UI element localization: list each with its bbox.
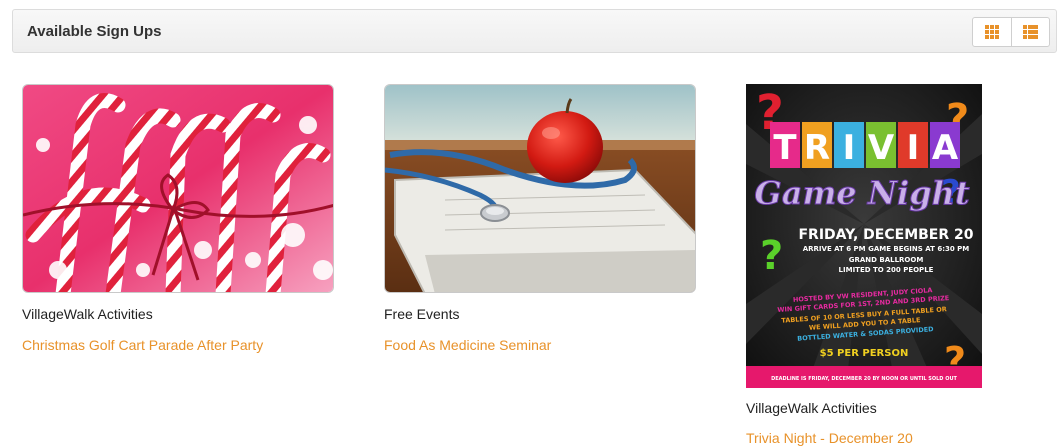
card-category: VillageWalk Activities: [746, 400, 877, 416]
list-view-button[interactable]: [1010, 18, 1050, 46]
view-toggle: [972, 17, 1050, 47]
poster-line: ARRIVE AT 6 PM GAME BEGINS AT 6:30 PM: [803, 245, 970, 253]
card-category: VillageWalk Activities: [22, 306, 153, 322]
poster-letter: I: [843, 128, 856, 168]
poster-letter: A: [932, 128, 959, 168]
poster-price: $5 PER PERSON: [820, 348, 909, 359]
card-category: Free Events: [384, 306, 460, 322]
page-title: Available Sign Ups: [27, 23, 162, 40]
grid-view-button[interactable]: [973, 18, 1011, 46]
sign-ups-header: Available Sign Ups: [12, 9, 1057, 53]
card-image[interactable]: [22, 84, 334, 293]
card-image[interactable]: ? ? ? ? ? T R I V I A Game Night FRIDAY,…: [746, 84, 982, 388]
card-image[interactable]: [384, 84, 696, 293]
poster-date: FRIDAY, DECEMBER 20: [798, 227, 973, 243]
card-title-link[interactable]: Trivia Night - December 20: [746, 430, 913, 446]
poster-subtitle: Game Night: [754, 174, 969, 212]
candy-canes-image: [23, 85, 333, 292]
apple-stethoscope-image: [385, 85, 695, 292]
svg-text:?: ?: [760, 233, 783, 279]
poster-line: GRAND BALLROOM: [849, 256, 924, 264]
card-title-link[interactable]: Food As Medicine Seminar: [384, 337, 551, 353]
card-title-link[interactable]: Christmas Golf Cart Parade After Party: [22, 337, 263, 353]
list-view-icon: [1022, 25, 1038, 39]
poster-letter: I: [907, 128, 920, 168]
poster-deadline: DEADLINE IS FRIDAY, DECEMBER 20 BY NOON …: [771, 376, 957, 382]
poster-letter: T: [773, 128, 797, 168]
grid-view-icon: [984, 25, 999, 39]
trivia-poster-image: ? ? ? ? ? T R I V I A Game Night FRIDAY,…: [746, 84, 982, 388]
poster-line: LIMITED TO 200 PEOPLE: [839, 266, 934, 274]
poster-letter: R: [804, 128, 830, 168]
poster-letter: V: [868, 128, 895, 168]
